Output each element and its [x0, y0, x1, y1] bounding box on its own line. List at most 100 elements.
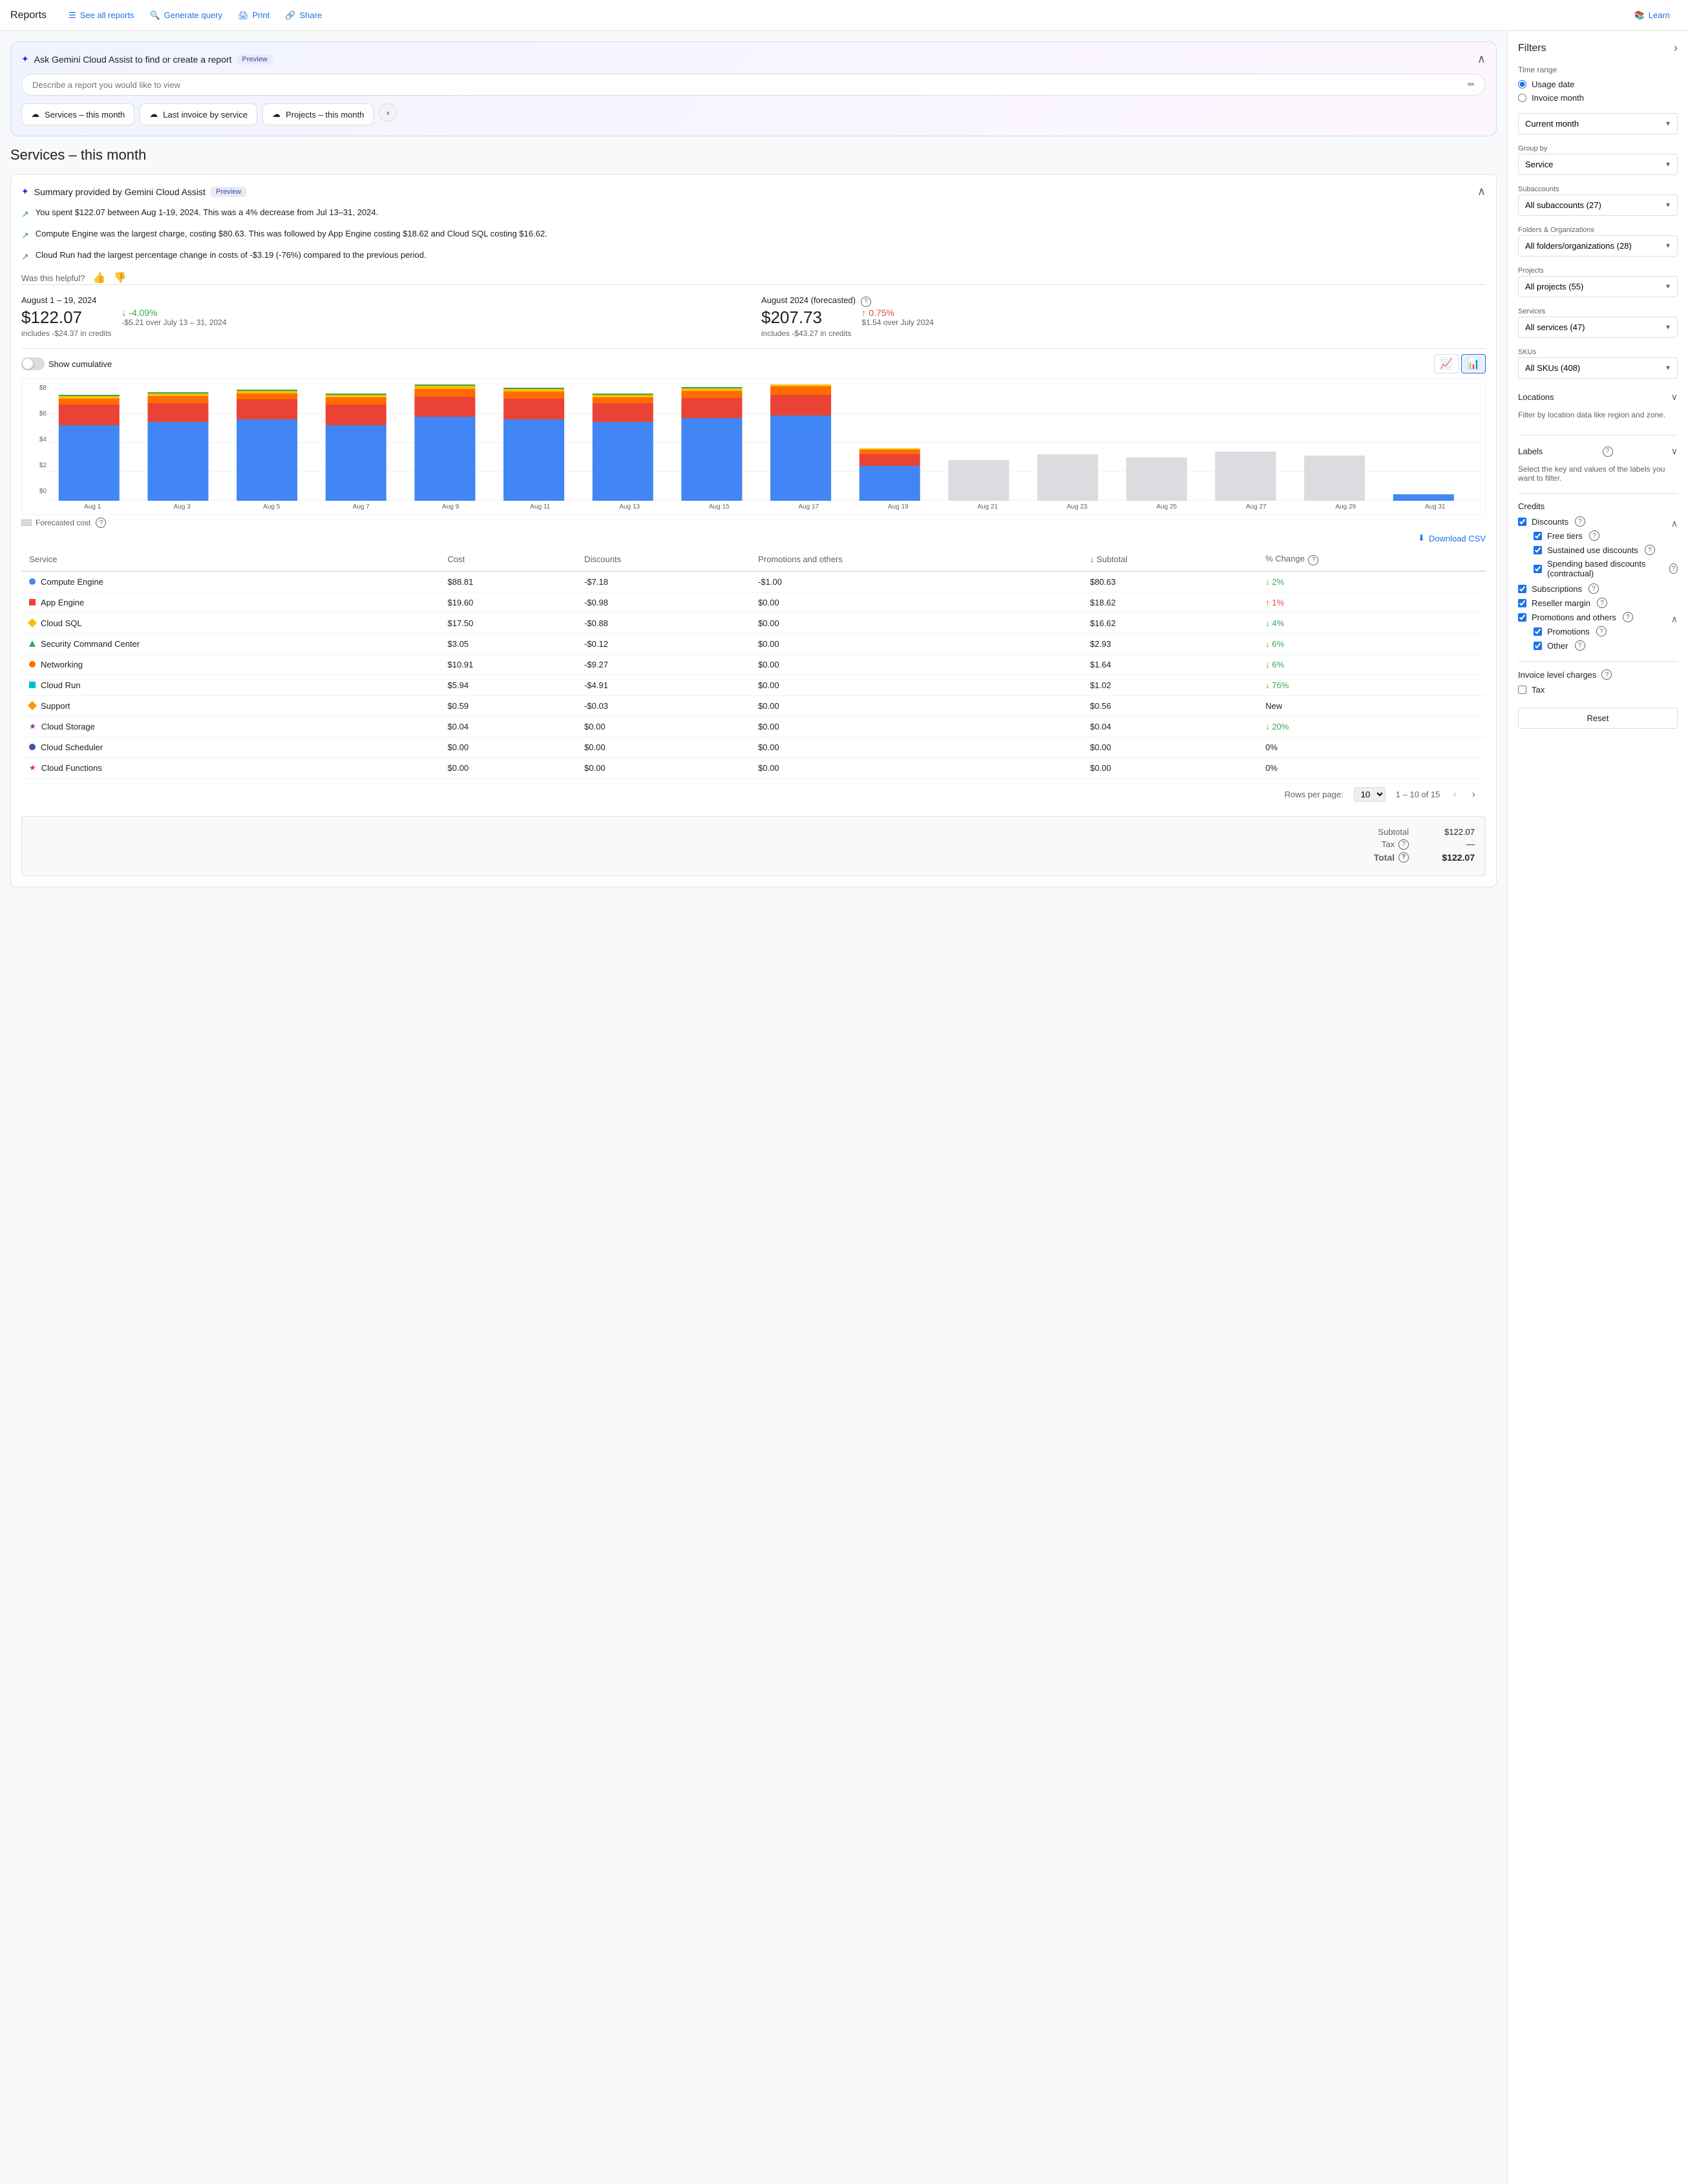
service-shape-icon: ★ — [29, 722, 36, 731]
tax-help-icon[interactable]: ? — [1398, 839, 1409, 850]
print-btn[interactable]: 🖨 Print — [231, 6, 276, 25]
see-all-reports-btn[interactable]: ☰ See all reports — [62, 6, 140, 25]
promotions-help-icon[interactable]: ? — [1596, 626, 1607, 636]
bar-chart-btn[interactable]: 📊 — [1461, 354, 1486, 373]
gemini-collapse-btn[interactable]: ∧ — [1477, 52, 1486, 66]
td-promotions: $0.00 — [750, 695, 1082, 716]
td-subtotal: $18.62 — [1082, 592, 1258, 613]
forecasted-help-icon[interactable]: ? — [861, 297, 871, 307]
chips-next-btn[interactable]: › — [379, 103, 397, 121]
td-discounts: $0.00 — [576, 716, 750, 737]
other-input[interactable] — [1534, 642, 1542, 650]
promotions-input[interactable] — [1534, 627, 1542, 636]
total-help-icon[interactable]: ? — [1398, 852, 1409, 863]
promotions-collapse-icon[interactable]: ∧ — [1671, 614, 1678, 625]
subscriptions-help-icon[interactable]: ? — [1588, 583, 1599, 594]
reseller-help-icon[interactable]: ? — [1597, 598, 1607, 608]
table-row: ★ Cloud Storage $0.04 $0.00 $0.00 $0.04 … — [21, 716, 1486, 737]
invoice-level-help-icon[interactable]: ? — [1601, 669, 1612, 680]
td-promotions: $0.00 — [750, 613, 1082, 633]
free-tiers-help-icon[interactable]: ? — [1589, 530, 1599, 541]
spending-based-checkbox[interactable]: Spending based discounts (contractual) ? — [1518, 559, 1678, 578]
usage-date-radio[interactable]: Usage date — [1518, 79, 1678, 89]
invoice-month-input[interactable] — [1518, 94, 1526, 102]
promotions-others-help-icon[interactable]: ? — [1623, 612, 1633, 622]
td-promotions: -$1.00 — [750, 571, 1082, 593]
labels-help-icon[interactable]: ? — [1603, 446, 1613, 457]
sustained-use-input[interactable] — [1534, 546, 1542, 554]
locations-header[interactable]: Locations ∨ — [1518, 389, 1678, 405]
promotions-checkbox[interactable]: Promotions ? — [1518, 626, 1678, 636]
reseller-margin-checkbox[interactable]: Reseller margin ? — [1518, 598, 1678, 608]
free-tiers-checkbox[interactable]: Free tiers ? — [1518, 530, 1678, 541]
gemini-input-row[interactable]: ✏ — [21, 74, 1486, 96]
show-cumulative: Show cumulative — [21, 357, 112, 370]
services-select[interactable]: All services (47) — [1518, 317, 1678, 338]
sidebar-collapse-btn[interactable]: › — [1674, 41, 1678, 55]
invoice-month-radio[interactable]: Invoice month — [1518, 93, 1678, 103]
chip-last-invoice[interactable]: ☁ Last invoice by service — [140, 103, 257, 125]
free-tiers-input[interactable] — [1534, 532, 1542, 540]
td-subtotal: $1.64 — [1082, 654, 1258, 675]
promotions-others-input[interactable] — [1518, 613, 1526, 622]
cumulative-toggle[interactable] — [21, 357, 45, 370]
subscriptions-checkbox[interactable]: Subscriptions ? — [1518, 583, 1678, 594]
line-chart-btn[interactable]: 📈 — [1434, 354, 1459, 373]
period-select[interactable]: Current month Last month Last 3 months — [1518, 113, 1678, 134]
subscriptions-input[interactable] — [1518, 585, 1526, 593]
download-csv-btn[interactable]: ⬇ Download CSV — [1418, 533, 1486, 543]
forecast-help-icon[interactable]: ? — [96, 518, 106, 528]
promotions-others-checkbox[interactable]: Promotions and others ? — [1518, 612, 1633, 622]
other-help-icon[interactable]: ? — [1575, 640, 1585, 651]
invoice-level-section: Invoice level charges ? Tax — [1518, 669, 1678, 695]
thumbs-down-btn[interactable]: 👎 — [113, 271, 126, 284]
discounts-input[interactable] — [1518, 518, 1526, 526]
tax-checkbox[interactable]: Tax — [1518, 685, 1678, 695]
projects-select[interactable]: All projects (55) — [1518, 276, 1678, 297]
reseller-margin-input[interactable] — [1518, 599, 1526, 607]
usage-date-input[interactable] — [1518, 80, 1526, 89]
labels-header[interactable]: Labels ? ∨ — [1518, 443, 1678, 459]
metric-current-change-col: ↓ -4.09% -$5.21 over July 13 – 31, 2024 — [121, 308, 226, 327]
td-promotions: $0.00 — [750, 757, 1082, 778]
service-shape-icon — [28, 701, 37, 710]
sustained-use-checkbox[interactable]: Sustained use discounts ? — [1518, 545, 1678, 555]
metric-forecasted: August 2024 (forecasted) ? $207.73 inclu… — [761, 295, 1486, 338]
reset-btn[interactable]: Reset — [1518, 708, 1678, 729]
chip-projects[interactable]: ☁ Projects – this month — [262, 103, 374, 125]
subtotal-value: $122.07 — [1430, 827, 1475, 837]
rows-per-page-select[interactable]: 10 25 50 — [1354, 787, 1386, 802]
discounts-checkbox[interactable]: Discounts ? — [1518, 516, 1585, 527]
metric-current-change: ↓ -4.09% — [121, 308, 226, 318]
spending-based-help-icon[interactable]: ? — [1669, 563, 1678, 574]
spending-based-input[interactable] — [1534, 565, 1542, 573]
folders-select[interactable]: All folders/organizations (28) — [1518, 235, 1678, 257]
next-page-btn[interactable]: › — [1470, 786, 1478, 803]
thumbs-up-btn[interactable]: 👍 — [93, 271, 106, 284]
chip-services[interactable]: ☁ Services – this month — [21, 103, 134, 125]
discounts-help-icon[interactable]: ? — [1575, 516, 1585, 527]
metric-forecasted-change: ↑ 0.75% — [861, 308, 933, 318]
learn-btn[interactable]: 📚 Learn — [1627, 6, 1678, 25]
other-checkbox[interactable]: Other ? — [1518, 640, 1678, 651]
discounts-collapse-icon[interactable]: ∧ — [1671, 518, 1678, 529]
td-subtotal: $1.02 — [1082, 675, 1258, 695]
metric-forecasted-sub: includes -$43.27 in credits — [761, 329, 851, 338]
chart-controls: Show cumulative 📈 📊 — [21, 354, 1486, 373]
prev-page-btn[interactable]: ‹ — [1450, 786, 1459, 803]
report-chips: ☁ Services – this month ☁ Last invoice b… — [21, 103, 1486, 125]
skus-select[interactable]: All SKUs (408) — [1518, 357, 1678, 379]
subaccounts-select[interactable]: All subaccounts (27) — [1518, 194, 1678, 216]
toggle-knob — [23, 359, 33, 369]
generate-query-btn[interactable]: 🔍 Generate query — [143, 6, 229, 25]
gemini-box: ✦ Ask Gemini Cloud Assist to find or cre… — [10, 41, 1497, 136]
gemini-input[interactable] — [32, 80, 1468, 90]
change-help-icon[interactable]: ? — [1308, 555, 1318, 565]
share-btn[interactable]: 🔗 Share — [279, 6, 328, 25]
group-by-select[interactable]: Service Project SKU — [1518, 154, 1678, 175]
sustained-use-help-icon[interactable]: ? — [1645, 545, 1655, 555]
td-cost: $0.00 — [440, 737, 577, 757]
summary-collapse-btn[interactable]: ∧ — [1477, 185, 1486, 198]
tax-input[interactable] — [1518, 686, 1526, 694]
td-service: Networking — [21, 654, 440, 675]
